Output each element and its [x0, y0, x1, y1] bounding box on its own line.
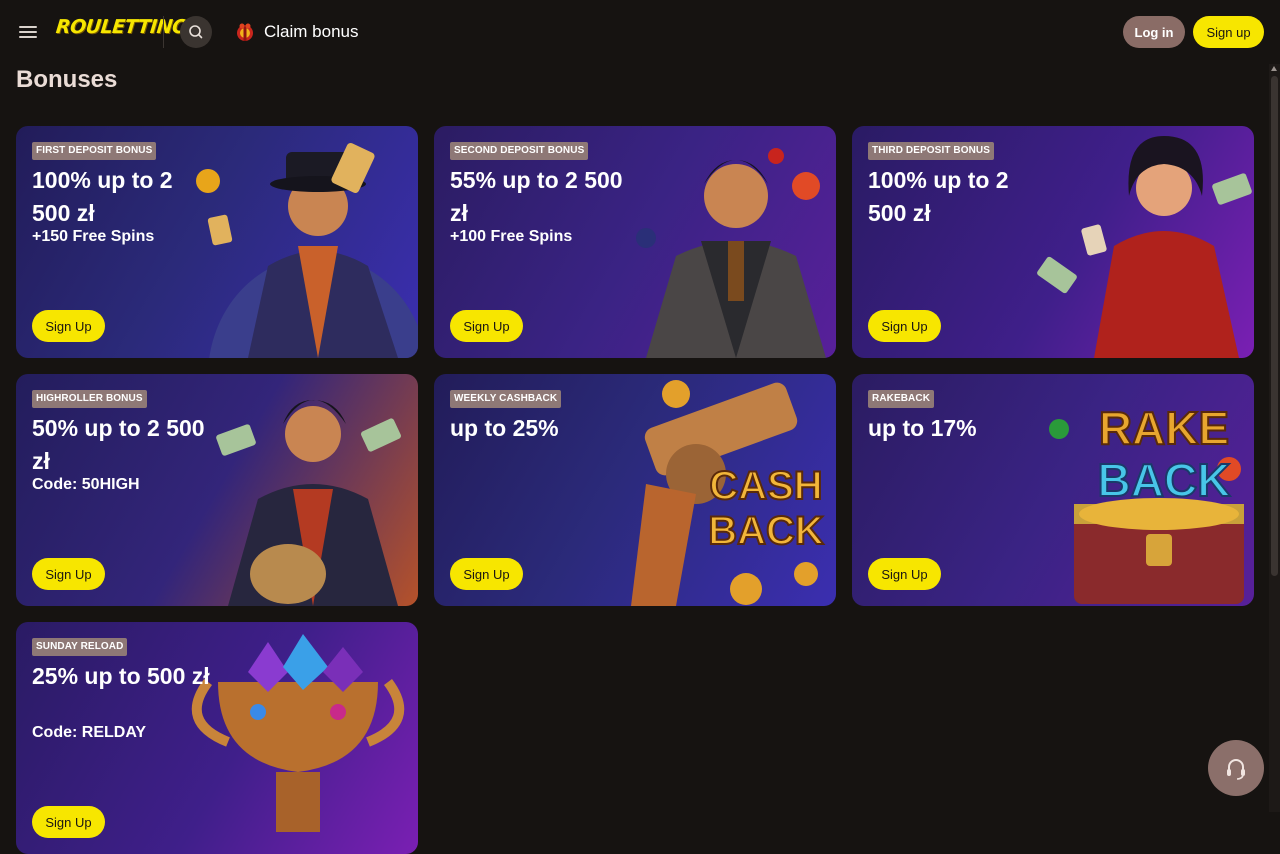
sign-up-button[interactable]: Sign Up [32, 806, 105, 838]
cash-art-text: CASH [709, 464, 822, 508]
headset-icon [1227, 759, 1245, 780]
signup-button[interactable]: Sign up [1193, 16, 1264, 48]
bonus-headline: 50% up to 2 500 zł [32, 415, 205, 474]
bonus-subline: +100 Free Spins [450, 228, 573, 245]
page-title: Bonuses [16, 66, 118, 93]
bonus-tag: HIGHROLLER BONUS [32, 390, 147, 408]
bonus-tag: RAKEBACK [868, 390, 935, 408]
scroll-thumb[interactable] [1271, 76, 1278, 576]
search-icon [189, 25, 203, 39]
support-chat-button[interactable] [1208, 740, 1264, 796]
hamburger-icon[interactable] [16, 20, 40, 44]
bonus-tag: WEEKLY CASHBACK [450, 390, 562, 408]
bonus-subline: Code: RELDAY [32, 724, 147, 741]
bonus-card-rakeback[interactable]: RAKE BACK RAKEBACK up to 17% Sign Up [852, 374, 1254, 606]
bonus-card-sunday-reload[interactable]: SUNDAY RELOAD 25% up to 500 zł Code: REL… [16, 622, 418, 854]
gift-icon [237, 23, 253, 41]
sign-up-button[interactable]: Sign Up [868, 558, 941, 590]
sign-up-button[interactable]: Sign Up [32, 310, 105, 342]
bonus-headline: 100% up to 2 500 zł [868, 167, 1009, 226]
sign-up-button[interactable]: Sign Up [32, 558, 105, 590]
rake-art-text: RAKE [1099, 402, 1229, 454]
treasure-chest-illustration: RAKE BACK [1049, 401, 1244, 604]
logo[interactable]: ROULETTINO [55, 16, 189, 38]
bonus-headline: up to 17% [868, 415, 977, 441]
login-button[interactable]: Log in [1123, 16, 1185, 48]
top-header: ROULETTINO Claim bonus Log in Sign up [0, 0, 1280, 64]
scrollbar[interactable] [1269, 64, 1280, 812]
revolver-illustration: CASH BACK [631, 380, 825, 606]
highroller-illustration [216, 400, 401, 606]
back-art-text: BACK [708, 509, 824, 553]
sign-up-button[interactable]: Sign Up [450, 310, 523, 342]
bonus-subline: Code: 50HIGH [32, 476, 140, 493]
bonus-tag: THIRD DEPOSIT BONUS [868, 142, 995, 160]
sign-up-button[interactable]: Sign Up [450, 558, 523, 590]
claim-bonus-label: Claim bonus [264, 22, 359, 41]
bonus-headline: up to 25% [450, 415, 559, 441]
scroll-up-arrow-icon[interactable] [1271, 66, 1277, 71]
gentleman-illustration [636, 148, 826, 358]
bonus-card-first-deposit[interactable]: FIRST DEPOSIT BONUS 100% up to 2 500 zł … [16, 126, 418, 358]
mobster-illustration [196, 143, 418, 358]
bonus-tag: SECOND DEPOSIT BONUS [450, 142, 589, 160]
bonus-headline: 55% up to 2 500 zł [450, 167, 623, 226]
bonus-card-weekly-cashback[interactable]: CASH BACK WEEKLY CASHBACK up to 25% Sign… [434, 374, 836, 606]
divider [163, 16, 164, 48]
trophy-illustration [191, 634, 405, 832]
bonus-subline: +150 Free Spins [32, 228, 155, 245]
bonus-card-highroller[interactable]: HIGHROLLER BONUS 50% up to 2 500 zł Code… [16, 374, 418, 606]
claim-bonus-link[interactable]: Claim bonus [234, 18, 359, 46]
bonus-card-third-deposit[interactable]: THIRD DEPOSIT BONUS 100% up to 2 500 zł … [852, 126, 1254, 358]
bonus-headline: 100% up to 2 500 zł [32, 167, 173, 226]
search-button[interactable] [180, 16, 212, 48]
back-art-text: BACK [1098, 454, 1231, 506]
sign-up-button[interactable]: Sign Up [868, 310, 941, 342]
lady-illustration [1037, 136, 1252, 358]
bonus-tag: FIRST DEPOSIT BONUS [32, 142, 157, 160]
bonus-headline: 25% up to 500 zł [32, 663, 210, 689]
bonus-card-second-deposit[interactable]: SECOND DEPOSIT BONUS 55% up to 2 500 zł … [434, 126, 836, 358]
bonus-tag: SUNDAY RELOAD [32, 638, 128, 656]
